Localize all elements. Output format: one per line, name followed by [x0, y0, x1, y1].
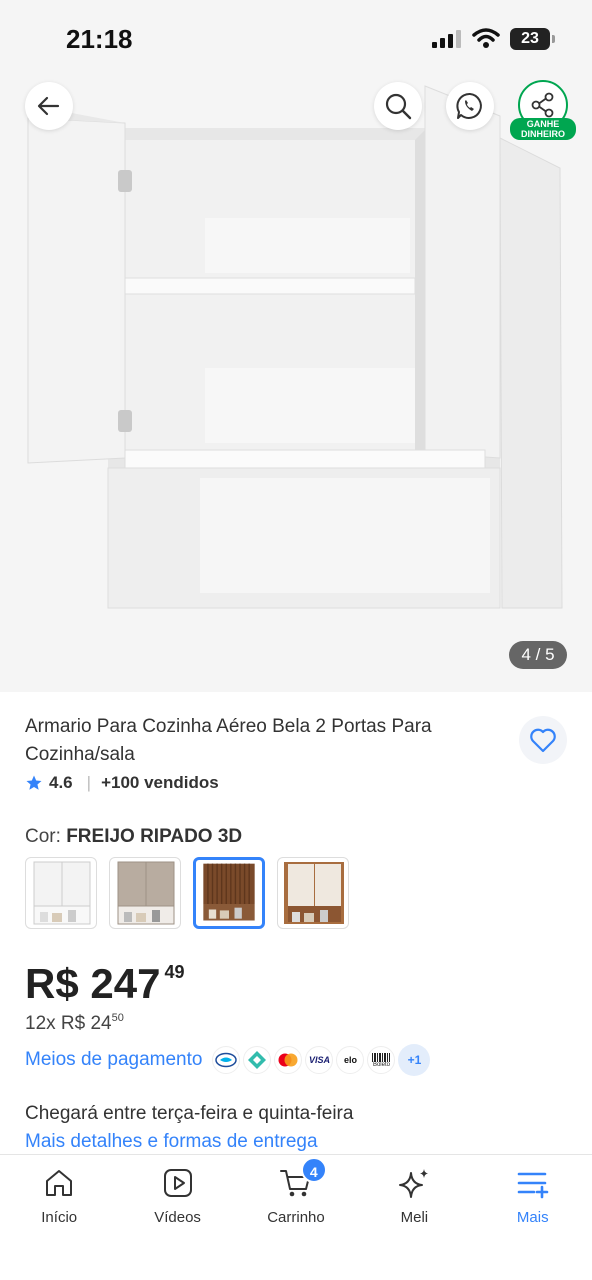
product-image-gallery[interactable]: GANHE DINHEIRO 4 / 5 [0, 78, 592, 692]
rating-value: 4.6 [49, 773, 73, 792]
play-icon [163, 1169, 192, 1197]
search-icon [385, 93, 412, 120]
payment-methods-row[interactable]: Meios de pagamento VISA elo Boleto +1 [25, 1044, 431, 1076]
sparkle-icon [399, 1169, 429, 1198]
swatch-white[interactable] [25, 857, 97, 929]
status-bar: 21:18 23 [0, 0, 592, 78]
delivery-details-link[interactable]: Mais detalhes e formas de entrega [25, 1131, 318, 1153]
cabinet-thumbnail [284, 862, 344, 924]
star-icon [26, 775, 42, 790]
more-payment-methods[interactable]: +1 [398, 1044, 431, 1076]
elo-icon: elo [336, 1046, 365, 1074]
status-time: 21:18 [66, 24, 133, 54]
earn-money-badge: GANHE DINHEIRO [510, 118, 576, 140]
mastercard-icon [274, 1046, 303, 1074]
rating-separator: | [86, 773, 92, 792]
battery-indicator: 23 [510, 28, 555, 50]
wifi-icon [472, 28, 500, 48]
whatsapp-share-button[interactable] [446, 82, 494, 130]
visa-icon: VISA [305, 1046, 334, 1074]
rating-row[interactable]: 4.6 | +100 vendidos [25, 773, 219, 793]
swatch-freijo-ripado-selected[interactable] [193, 857, 265, 929]
product-title: Armario Para Cozinha Aéreo Bela 2 Portas… [25, 716, 432, 765]
tab-carrinho[interactable]: 4 Carrinho [237, 1155, 355, 1245]
swatch-off-white-wood[interactable] [277, 857, 349, 929]
variant-label-prefix: Cor: [25, 826, 61, 847]
variant-label: Cor: FREIJO RIPADO 3D [25, 826, 242, 848]
mercado-pago-icon [212, 1046, 241, 1074]
tab-label: Início [41, 1209, 78, 1226]
tab-mais[interactable]: Mais [474, 1155, 592, 1245]
delivery-estimate: Chegará entre terça-feira e quinta-feira [25, 1103, 354, 1124]
pix-icon [243, 1046, 272, 1074]
arrow-left-icon [37, 96, 60, 116]
tab-label: Vídeos [154, 1209, 201, 1226]
tab-label: Carrinho [267, 1209, 325, 1226]
tab-label: Mais [516, 1209, 549, 1226]
menu-plus-icon [517, 1172, 549, 1199]
variant-swatches [25, 857, 349, 929]
search-button[interactable] [374, 82, 422, 130]
whatsapp-icon [456, 92, 482, 119]
home-icon [46, 1170, 73, 1196]
tab-videos[interactable]: Vídeos [118, 1155, 236, 1245]
image-counter: 4 / 5 [509, 641, 567, 669]
variant-selected-value: FREIJO RIPADO 3D [66, 826, 243, 847]
cabinet-thumbnail [203, 863, 255, 921]
cabinet-thumbnail [33, 861, 91, 925]
share-earn-button[interactable]: GANHE DINHEIRO [510, 78, 576, 144]
boleto-icon: Boleto [367, 1046, 396, 1074]
price: R$ 247 49 [25, 960, 184, 1008]
tab-inicio[interactable]: Início [0, 1155, 118, 1245]
share-icon [531, 92, 554, 118]
bottom-tab-bar: Início Vídeos 4 Carrinho Meli Mais [0, 1154, 592, 1280]
cellular-signal-icon [432, 30, 461, 48]
tab-label: Meli [400, 1209, 429, 1226]
cabinet-thumbnail [117, 861, 175, 925]
favorite-button[interactable] [519, 716, 567, 764]
installments-cents: 50 [111, 1012, 124, 1024]
payment-methods-link[interactable]: Meios de pagamento [25, 1049, 202, 1071]
heart-icon [530, 728, 556, 753]
price-currency: R$ [25, 960, 79, 1007]
tab-meli[interactable]: Meli [355, 1155, 473, 1245]
back-button[interactable] [25, 82, 73, 130]
price-cents: 49 [164, 962, 185, 982]
price-integer: 247 [90, 960, 161, 1007]
swatch-taupe[interactable] [109, 857, 181, 929]
cart-count-badge: 4 [300, 1157, 327, 1183]
installments-text: 12x R$ 24 [25, 1013, 112, 1034]
sold-count: +100 vendidos [101, 773, 219, 792]
product-image [27, 85, 563, 609]
installments: 12x R$ 2450 [25, 1012, 124, 1035]
